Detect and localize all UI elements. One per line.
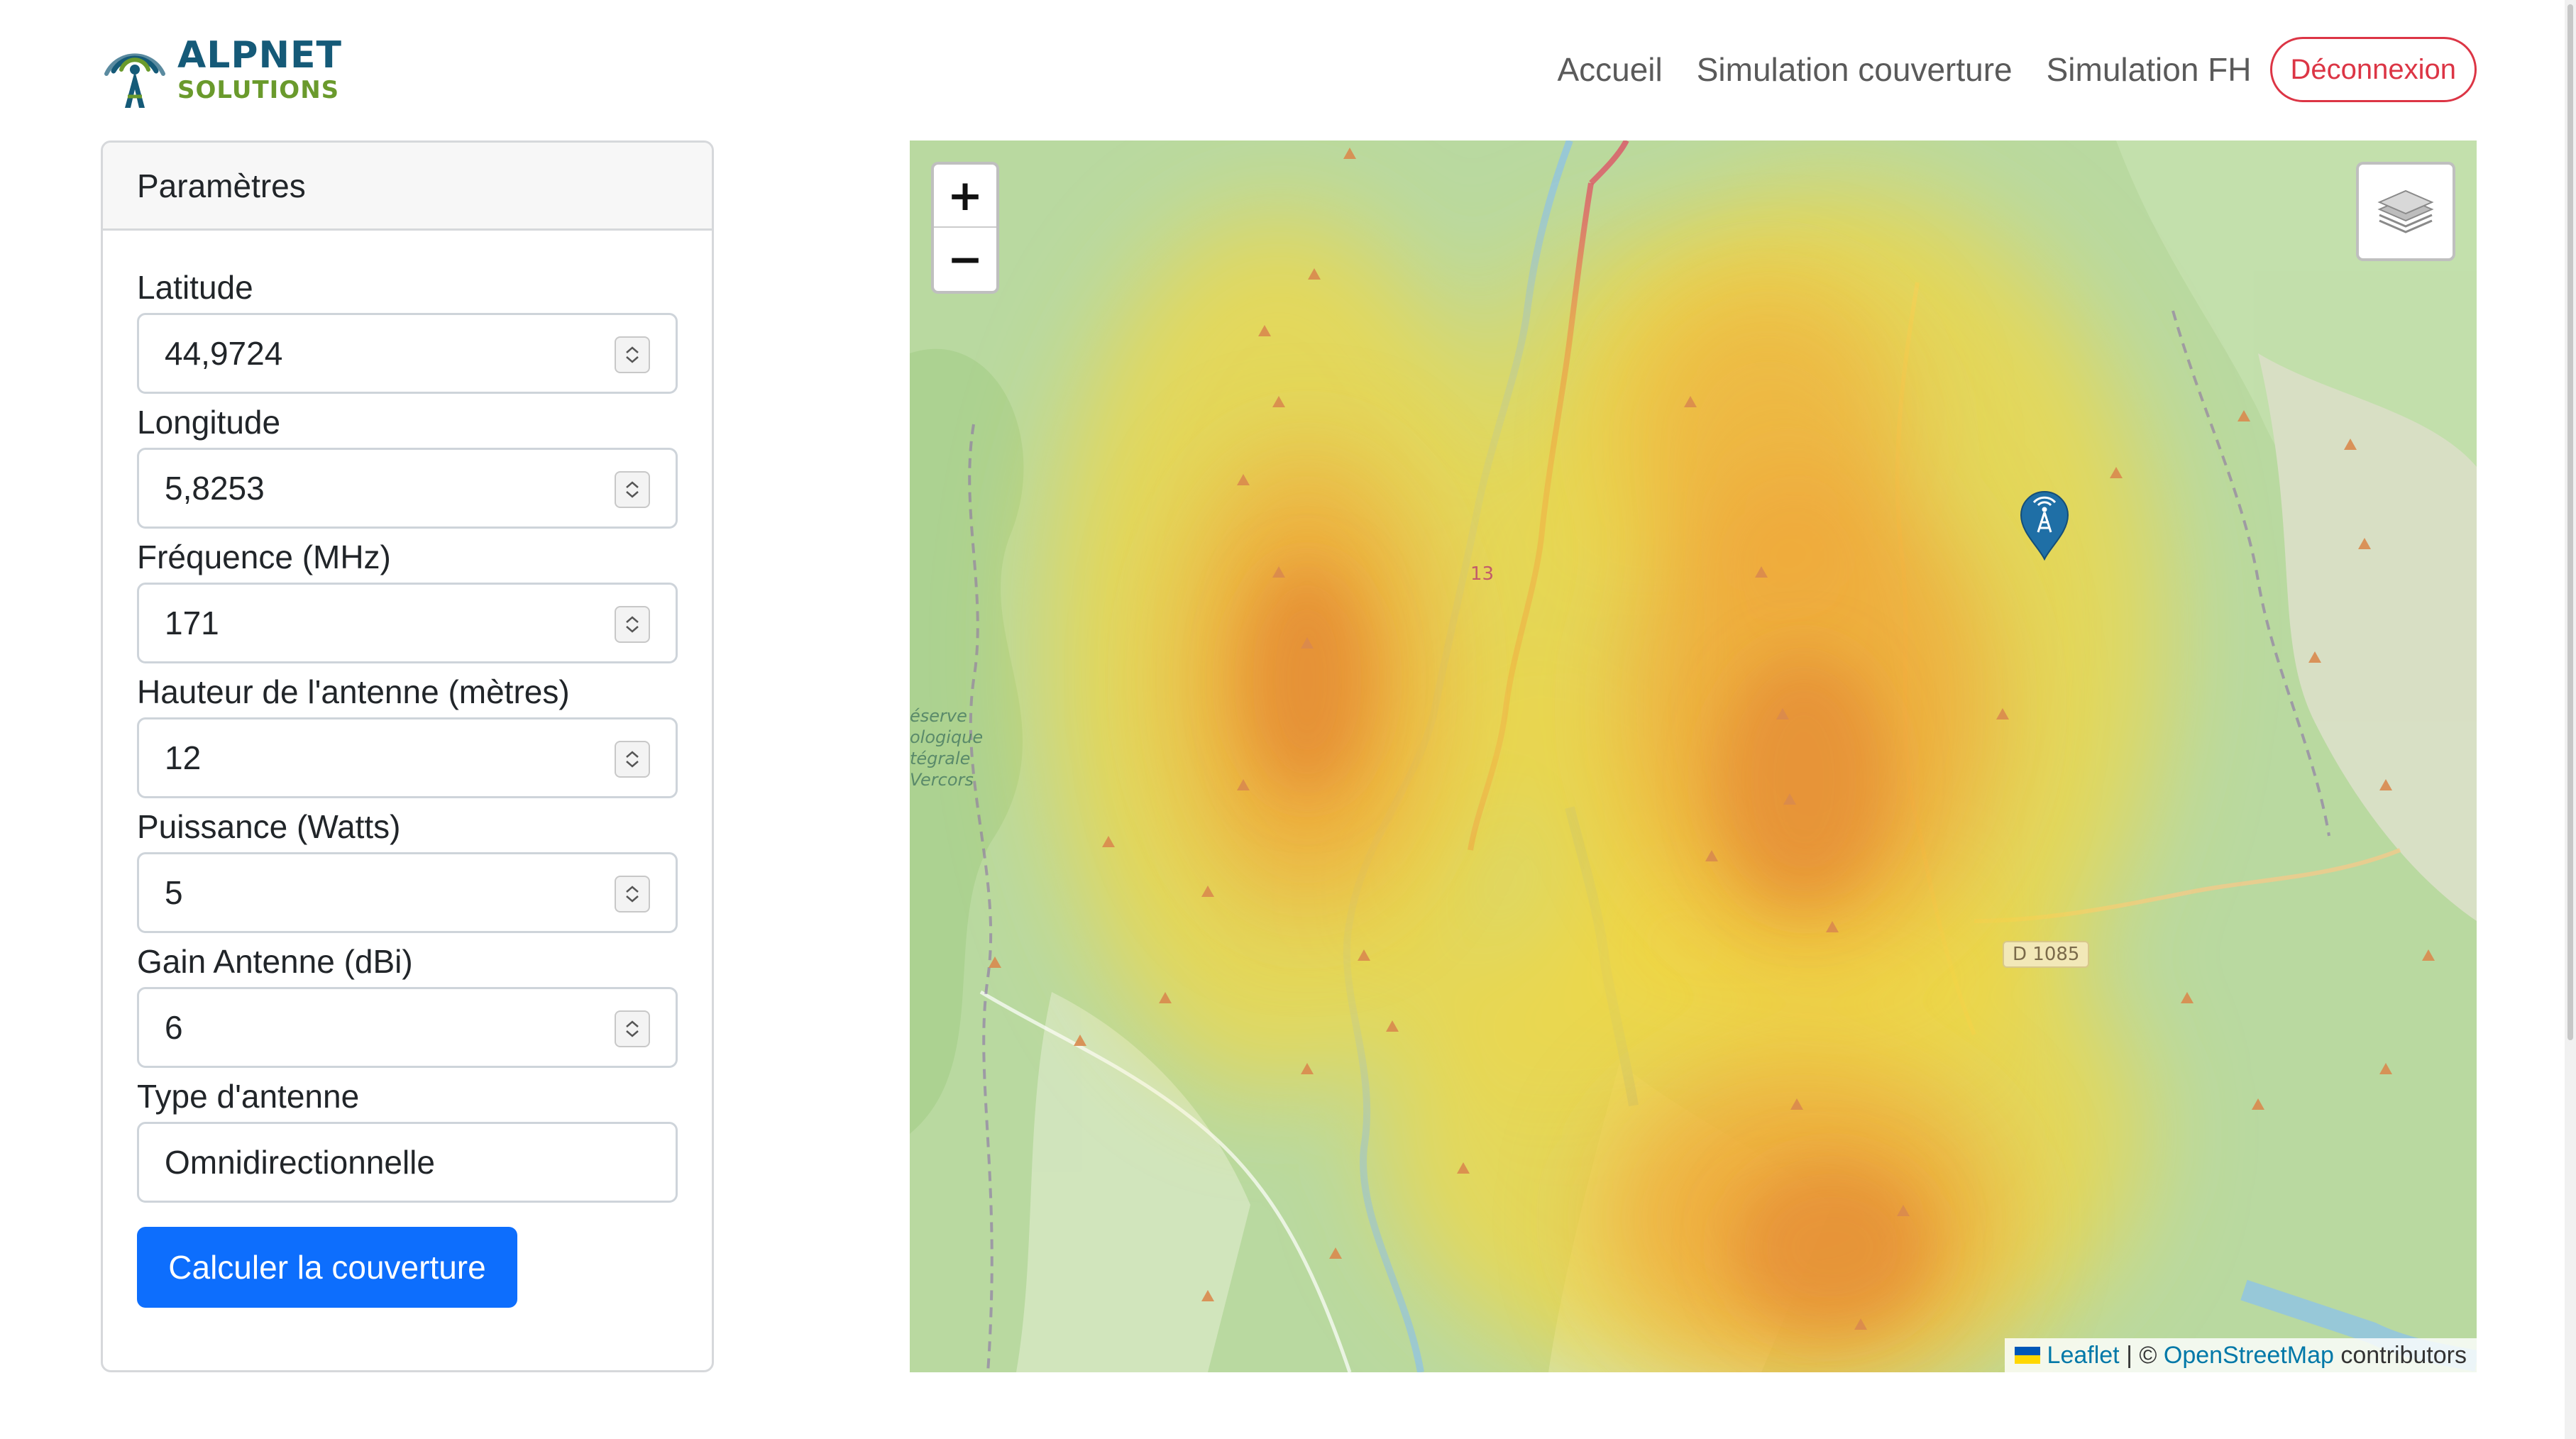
main-nav: Accueil Simulation couverture Simulation… [1523, 37, 2477, 102]
chevron-up-icon [626, 616, 639, 623]
hauteur-stepper[interactable] [615, 741, 650, 778]
ukraine-flag-icon [2014, 1347, 2040, 1364]
hauteur-value: 12 [165, 739, 202, 776]
latitude-stepper[interactable] [615, 336, 650, 373]
field-hauteur: Hauteur de l'antenne (mètres) 12 [137, 671, 678, 798]
chevron-down-icon [626, 626, 639, 633]
leaflet-link[interactable]: Leaflet [2047, 1342, 2120, 1369]
params-form: Latitude 44,9724 Longitude 5,8253 Fréque… [103, 231, 712, 1308]
type-antenne-value: Omnidirectionnelle [165, 1144, 435, 1181]
longitude-input[interactable]: 5,8253 [137, 448, 678, 529]
latitude-label: Latitude [137, 269, 253, 306]
chevron-up-icon [626, 346, 639, 353]
map-label-reserve: éserve ologique tégrale Vercors [910, 706, 984, 790]
map-label-d1085: D 1085 [2003, 941, 2090, 968]
nav-link-simulation-couverture[interactable]: Simulation couverture [1697, 50, 2013, 89]
gain-value: 6 [165, 1009, 183, 1046]
chevron-down-icon [626, 761, 639, 768]
coverage-map[interactable]: éserve ologique tégrale Vercors 13 D 108… [910, 140, 2477, 1372]
layers-button[interactable] [2356, 162, 2455, 261]
hauteur-label: Hauteur de l'antenne (mètres) [137, 673, 570, 710]
puissance-input[interactable]: 5 [137, 852, 678, 933]
gain-stepper[interactable] [615, 1010, 650, 1047]
map-attribution: Leaflet | © OpenStreetMap contributors [2004, 1338, 2477, 1372]
type-antenne-select[interactable]: Omnidirectionnelle [137, 1122, 678, 1203]
params-card-title: Paramètres [103, 143, 712, 231]
zoom-out-button[interactable]: − [934, 228, 996, 291]
gain-label: Gain Antenne (dBi) [137, 943, 413, 980]
hauteur-input[interactable]: 12 [137, 717, 678, 798]
params-card: Paramètres Latitude 44,9724 Longitude 5,… [101, 140, 714, 1372]
chevron-down-icon [626, 491, 639, 498]
map-label-road-13: 13 [1470, 563, 1495, 585]
chevron-up-icon [626, 886, 639, 893]
chevron-up-icon [626, 481, 639, 488]
layers-icon [2377, 189, 2434, 233]
chevron-down-icon [626, 1030, 639, 1037]
brand-subname: SOLUTIONS [177, 76, 340, 104]
latitude-input[interactable]: 44,9724 [137, 313, 678, 394]
openstreetmap-link[interactable]: OpenStreetMap [2164, 1342, 2334, 1369]
field-puissance: Puissance (Watts) 5 [137, 805, 678, 933]
chevron-down-icon [626, 356, 639, 363]
brand-name: ALPNET [177, 34, 343, 77]
nav-link-simulation-fh[interactable]: Simulation FH [2047, 50, 2252, 89]
chevron-up-icon [626, 1020, 639, 1027]
chevron-down-icon [626, 895, 639, 903]
gain-input[interactable]: 6 [137, 987, 678, 1068]
attribution-separator: | © [2119, 1341, 2164, 1369]
frequence-label: Fréquence (MHz) [137, 539, 391, 575]
puissance-stepper[interactable] [615, 876, 650, 913]
field-frequence: Fréquence (MHz) 171 [137, 536, 678, 663]
brand-logo[interactable]: ALPNET SOLUTIONS [99, 28, 342, 111]
zoom-in-button[interactable]: + [934, 165, 996, 228]
longitude-value: 5,8253 [165, 470, 265, 507]
field-type-antenne: Type d'antenne Omnidirectionnelle [137, 1075, 678, 1203]
antenna-logo-icon [104, 53, 165, 108]
chevron-up-icon [626, 751, 639, 758]
attribution-suffix: contributors [2333, 1341, 2467, 1369]
page-scrollbar-thumb[interactable] [2567, 4, 2573, 1040]
logout-button[interactable]: Déconnexion [2269, 37, 2477, 102]
frequence-stepper[interactable] [615, 606, 650, 643]
nav-link-accueil[interactable]: Accueil [1557, 50, 1662, 89]
field-gain: Gain Antenne (dBi) 6 [137, 940, 678, 1068]
zoom-control: + − [931, 162, 999, 294]
page: ALPNET SOLUTIONS Accueil Simulation couv… [0, 0, 2576, 1439]
map-tiles [910, 140, 2477, 1372]
frequence-value: 171 [165, 605, 219, 641]
frequence-input[interactable]: 171 [137, 583, 678, 663]
latitude-value: 44,9724 [165, 335, 283, 372]
longitude-label: Longitude [137, 404, 281, 441]
longitude-stepper[interactable] [615, 471, 650, 508]
antenna-tower-icon[interactable] [2017, 490, 2072, 561]
page-scrollbar[interactable] [2565, 0, 2576, 1439]
puissance-label: Puissance (Watts) [137, 808, 401, 845]
field-longitude: Longitude 5,8253 [137, 401, 678, 529]
calculate-coverage-button[interactable]: Calculer la couverture [137, 1227, 517, 1308]
type-antenne-label: Type d'antenne [137, 1078, 360, 1115]
puissance-value: 5 [165, 874, 183, 911]
field-latitude: Latitude 44,9724 [137, 266, 678, 394]
